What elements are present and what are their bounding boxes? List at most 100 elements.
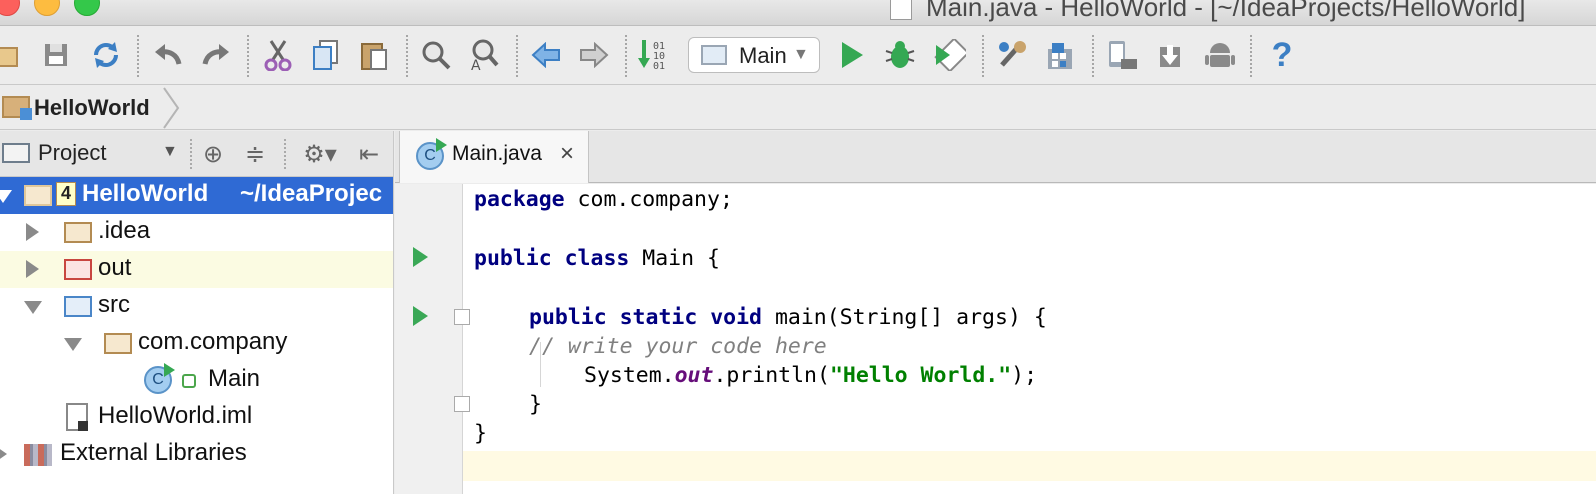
coverage-icon[interactable] xyxy=(930,35,970,75)
debug-icon[interactable] xyxy=(880,35,920,75)
sdk-manager-icon[interactable] xyxy=(1040,35,1080,75)
folder-icon xyxy=(64,222,92,243)
code-line-1: package com.company; xyxy=(474,187,733,212)
scroll-from-source-icon[interactable]: ⊕ xyxy=(196,137,230,171)
project-view-select[interactable]: Project xyxy=(38,140,106,166)
fold-marker-icon[interactable] xyxy=(454,309,470,325)
expand-arrow-icon[interactable] xyxy=(26,223,39,241)
tree-item-helloworld[interactable]: 4 HelloWorld ~/IdeaProjec xyxy=(0,177,393,214)
minimize-window-button[interactable] xyxy=(34,0,60,16)
expand-arrow-icon[interactable] xyxy=(64,338,82,351)
run-configuration-select[interactable]: Main ▼ xyxy=(688,37,820,73)
tree-item-label: HelloWorld xyxy=(82,180,209,207)
main-toolbar: A 01 10 01 Main ▼ ? xyxy=(0,27,1596,85)
code-line-5: public static void main(String[] args) { xyxy=(529,305,1047,330)
editor-gutter xyxy=(395,184,470,494)
run-icon[interactable] xyxy=(832,35,872,75)
toolbar-separator xyxy=(406,35,408,77)
project-structure-icon[interactable] xyxy=(992,35,1032,75)
tree-item-src[interactable]: src xyxy=(0,288,393,325)
tab-main-java[interactable]: C Main.java × xyxy=(399,131,589,183)
tree-item-main[interactable]: C Main xyxy=(0,362,393,399)
cut-icon[interactable] xyxy=(258,35,298,75)
toolbar-separator xyxy=(982,35,984,77)
code-editor[interactable]: package com.company; public class Main {… xyxy=(395,184,1596,494)
code-line-9: } xyxy=(474,421,487,446)
runnable-icon xyxy=(164,363,175,377)
collapse-all-icon[interactable]: ≑ xyxy=(238,137,272,171)
expand-arrow-icon[interactable] xyxy=(0,445,7,463)
hide-panel-icon[interactable]: ⇤ xyxy=(352,137,386,171)
toolbar-separator xyxy=(516,35,518,77)
project-folder-icon xyxy=(2,96,32,120)
make-icon[interactable]: 01 10 01 xyxy=(636,35,676,75)
forward-icon[interactable] xyxy=(574,35,614,75)
run-class-gutter-icon[interactable] xyxy=(413,247,428,267)
window-title: Main.java - HelloWorld - [~/IdeaProjects… xyxy=(926,0,1526,22)
tree-item-label: com.company xyxy=(138,328,288,355)
application-icon xyxy=(701,45,727,65)
tree-item-iml[interactable]: HelloWorld.iml xyxy=(0,399,393,436)
redo-icon[interactable] xyxy=(196,35,236,75)
avd-manager-icon[interactable] xyxy=(1102,35,1142,75)
header-separator xyxy=(190,139,192,169)
open-icon[interactable] xyxy=(0,35,26,75)
chevron-down-icon[interactable]: ▼ xyxy=(162,143,178,161)
module-file-icon xyxy=(66,403,88,431)
expand-arrow-icon[interactable] xyxy=(0,190,12,203)
tree-item-path: ~/IdeaProjec xyxy=(240,180,383,207)
editor-tab-bar: C Main.java × xyxy=(395,131,1596,183)
android-icon[interactable] xyxy=(1200,35,1240,75)
device-icon[interactable] xyxy=(1150,35,1190,75)
help-icon[interactable]: ? xyxy=(1262,35,1302,75)
project-panel-header: Project ▼ ⊕ ≑ ⚙▾ ⇤ xyxy=(0,131,394,177)
copy-icon[interactable] xyxy=(306,35,346,75)
expand-arrow-icon[interactable] xyxy=(24,301,42,314)
find-icon[interactable] xyxy=(416,35,456,75)
runnable-icon xyxy=(436,138,447,152)
window-titlebar: Main.java - HelloWorld - [~/IdeaProjects… xyxy=(0,0,1596,26)
source-folder-icon xyxy=(64,296,92,317)
fold-marker-icon[interactable] xyxy=(454,396,470,412)
project-tree: 4 HelloWorld ~/IdeaProjec .idea out src … xyxy=(0,177,394,494)
zoom-window-button[interactable] xyxy=(74,0,100,16)
current-line-highlight xyxy=(395,451,1596,481)
tree-item-idea[interactable]: .idea xyxy=(0,214,393,251)
header-separator xyxy=(284,139,286,169)
toolbar-separator xyxy=(1092,35,1094,77)
tree-item-label: HelloWorld.iml xyxy=(98,402,253,429)
libraries-icon xyxy=(24,444,52,466)
toolbar-separator xyxy=(247,35,249,77)
tree-item-label: src xyxy=(98,291,130,318)
sync-icon[interactable] xyxy=(86,35,126,75)
back-icon[interactable] xyxy=(526,35,566,75)
bookmark-badge: 4 xyxy=(56,182,76,206)
breadcrumb-project[interactable]: HelloWorld xyxy=(0,86,164,130)
paste-icon[interactable] xyxy=(354,35,394,75)
code-line-7: System.out.println("Hello World."); xyxy=(584,363,1038,388)
close-window-button[interactable] xyxy=(0,0,20,16)
tree-item-label: Main xyxy=(208,365,261,392)
project-folder-icon xyxy=(24,185,52,206)
excluded-folder-icon xyxy=(64,259,92,280)
lock-icon xyxy=(182,374,196,388)
tab-label: Main.java xyxy=(452,142,542,165)
svg-text:A: A xyxy=(471,58,481,71)
code-line-3: public class Main { xyxy=(474,246,720,271)
document-icon xyxy=(890,0,912,20)
tree-item-label: External Libraries xyxy=(60,439,247,466)
code-line-8: } xyxy=(529,392,542,417)
run-method-gutter-icon[interactable] xyxy=(413,306,428,326)
expand-arrow-icon[interactable] xyxy=(26,260,39,278)
replace-icon[interactable]: A xyxy=(464,35,504,75)
gear-icon[interactable]: ⚙▾ xyxy=(298,137,342,171)
toolbar-separator xyxy=(137,35,139,77)
save-icon[interactable] xyxy=(36,35,76,75)
chevron-down-icon: ▼ xyxy=(793,46,809,63)
tree-item-external-libraries[interactable]: External Libraries xyxy=(0,436,393,473)
tree-item-com-company[interactable]: com.company xyxy=(0,325,393,362)
run-configuration-label: Main xyxy=(739,43,787,68)
tree-item-out[interactable]: out xyxy=(0,251,393,288)
undo-icon[interactable] xyxy=(148,35,188,75)
close-icon[interactable]: × xyxy=(560,140,574,168)
